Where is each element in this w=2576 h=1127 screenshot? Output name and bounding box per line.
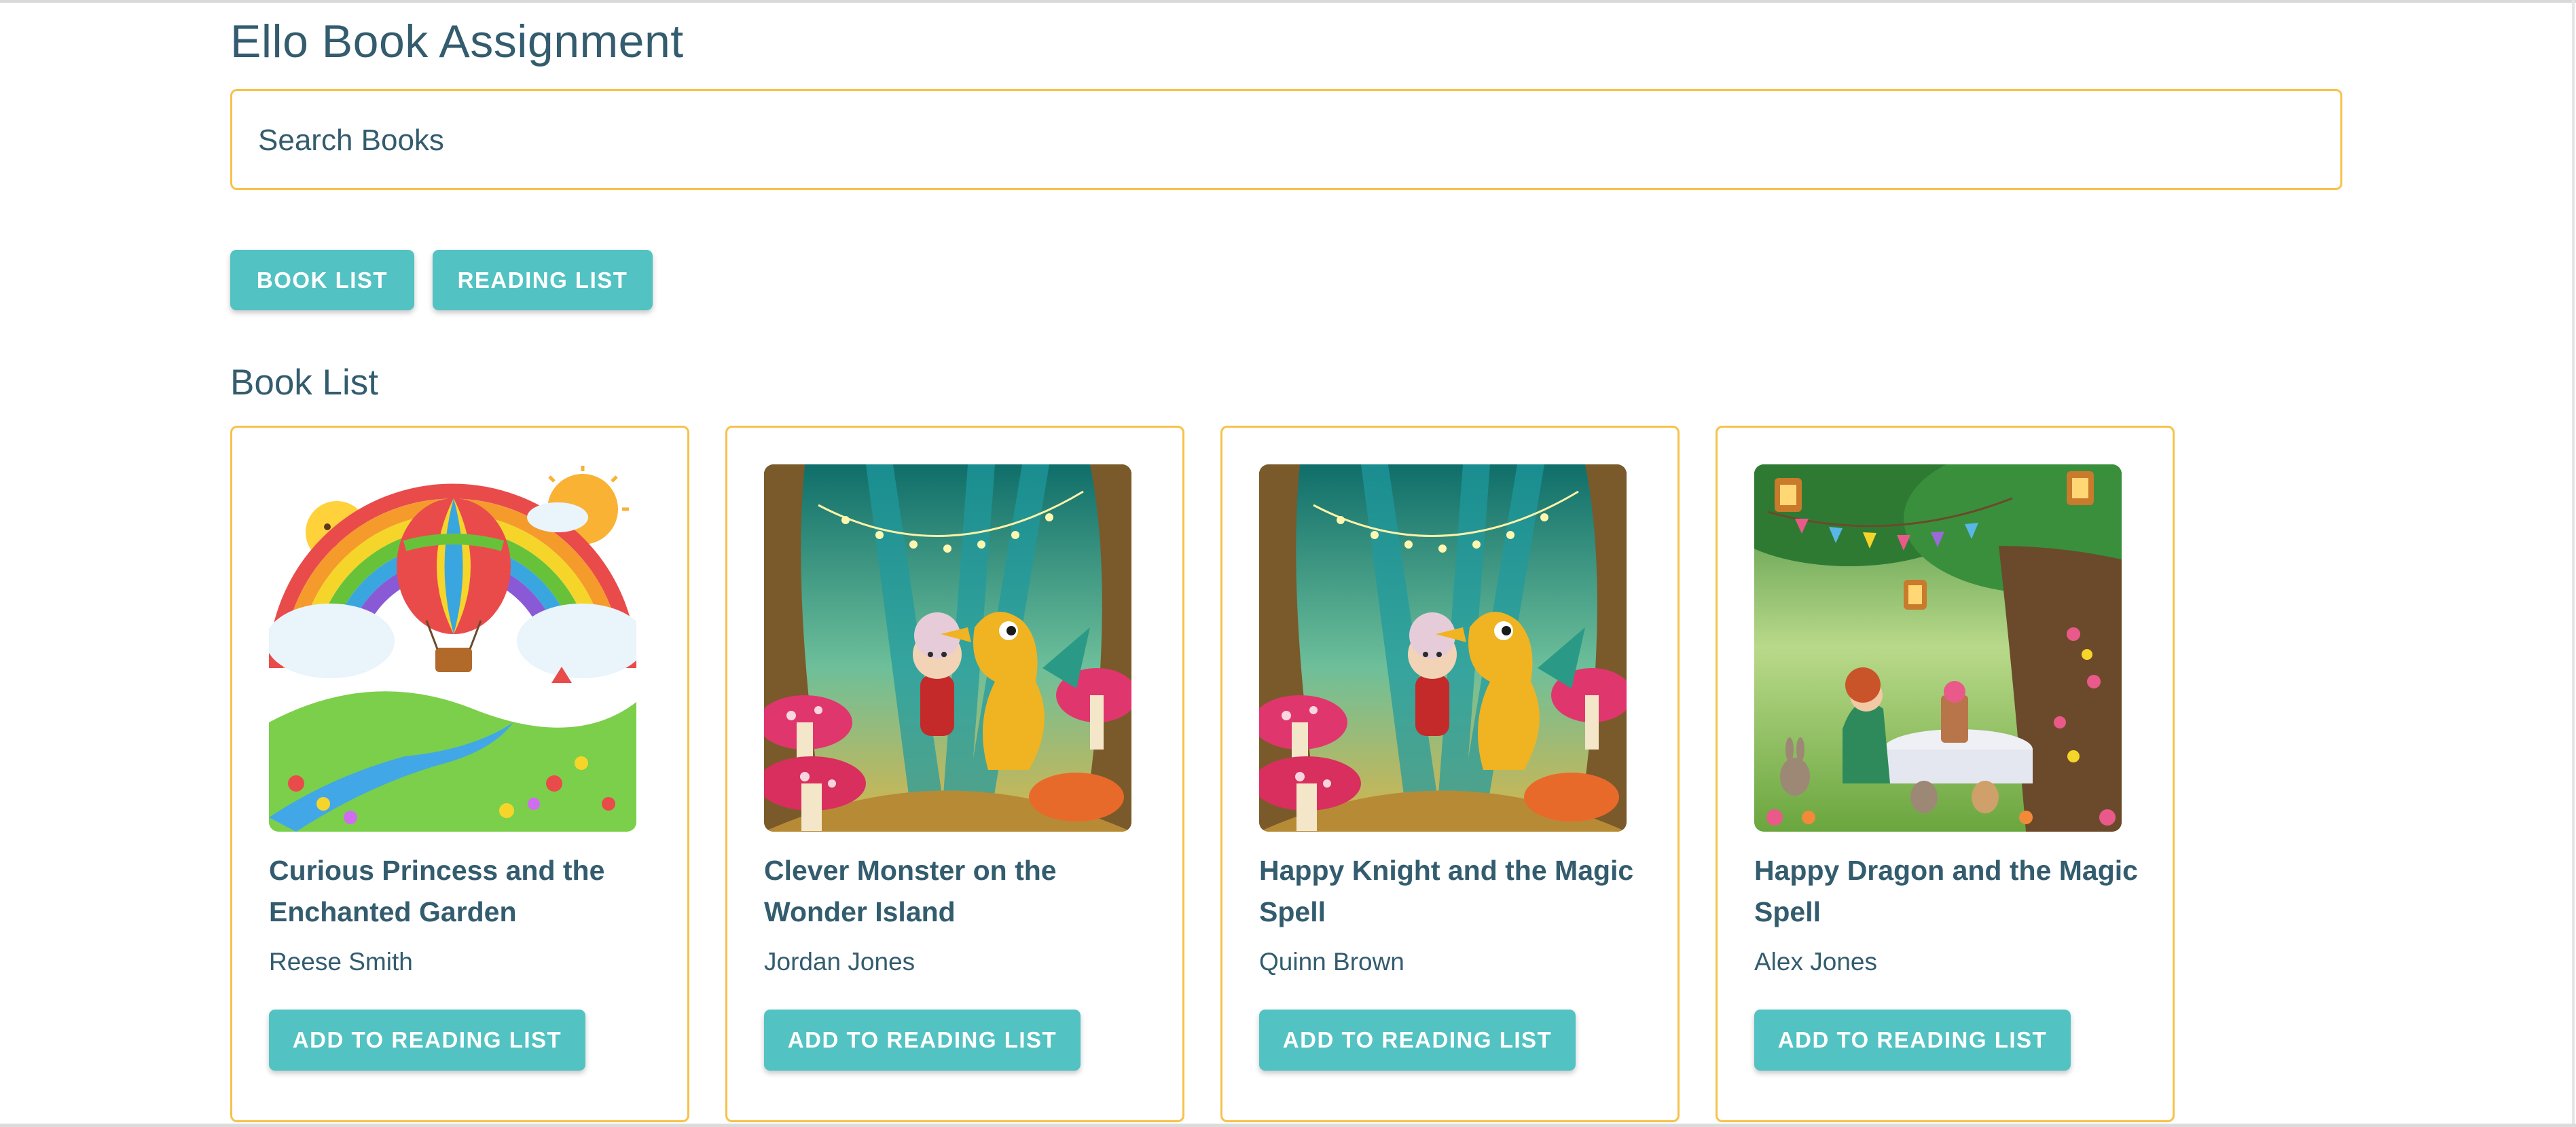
forest-dragon-cover-image: [764, 464, 1131, 832]
book-title: Curious Princess and the Enchanted Garde…: [269, 855, 605, 927]
reading-list-button[interactable]: READING LIST: [433, 250, 653, 310]
search-field[interactable]: [230, 89, 2342, 190]
section-heading: Book List: [230, 363, 379, 403]
book-title: Clever Monster on the Wonder Island: [764, 855, 1057, 927]
add-to-reading-list-button[interactable]: ADD TO READING LIST: [1754, 1010, 2071, 1071]
search-input[interactable]: [257, 91, 2297, 189]
rainbow-balloon-cover-image: [269, 464, 636, 832]
add-to-reading-list-button[interactable]: ADD TO READING LIST: [764, 1010, 1081, 1071]
book-list-button[interactable]: BOOK LIST: [230, 250, 414, 310]
app-container: Ello Book Assignment BOOK LIST READING L…: [230, 0, 2342, 1127]
add-to-reading-list-button[interactable]: ADD TO READING LIST: [1259, 1010, 1576, 1071]
tea-party-tree-cover-image: [1754, 464, 2122, 832]
book-card: Happy Dragon and the Magic Spell Alex Jo…: [1716, 426, 2175, 1122]
book-author: Alex Jones: [1754, 948, 1877, 976]
window-right-edge: [2572, 0, 2575, 1127]
book-author: Reese Smith: [269, 948, 413, 976]
forest-dragon-cover-icon: [764, 464, 1131, 832]
book-card: Clever Monster on the Wonder Island Jord…: [725, 426, 1184, 1122]
forest-dragon-cover-icon: [1259, 464, 1627, 832]
forest-dragon-cover-image: [1259, 464, 1627, 832]
add-to-reading-list-button[interactable]: ADD TO READING LIST: [269, 1010, 585, 1071]
book-title: Happy Knight and the Magic Spell: [1259, 855, 1634, 927]
book-card: Happy Knight and the Magic Spell Quinn B…: [1220, 426, 1680, 1122]
book-title: Happy Dragon and the Magic Spell: [1754, 855, 2138, 927]
tea-party-tree-cover-icon: [1754, 464, 2122, 832]
book-author: Jordan Jones: [764, 948, 915, 976]
book-card: Curious Princess and the Enchanted Garde…: [230, 426, 689, 1122]
book-author: Quinn Brown: [1259, 948, 1404, 976]
rainbow-balloon-cover-icon: [269, 464, 636, 832]
page-title: Ello Book Assignment: [230, 16, 684, 67]
